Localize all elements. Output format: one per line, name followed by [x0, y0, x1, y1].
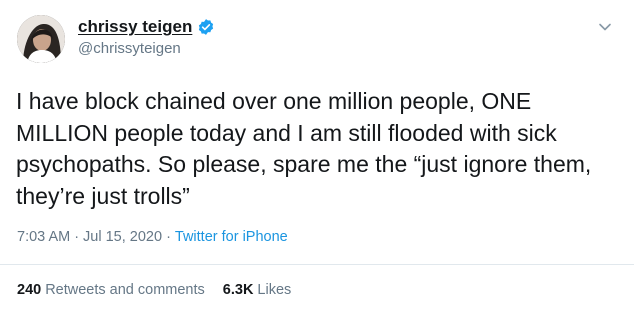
user-handle[interactable]: @chrissyteigen	[78, 40, 181, 57]
tweet-date[interactable]: Jul 15, 2020	[83, 229, 162, 245]
divider	[0, 264, 634, 265]
likes-count: 6.3K	[222, 282, 254, 298]
meta-separator: ·	[166, 229, 171, 245]
tweet-source-link[interactable]: Twitter for iPhone	[175, 229, 288, 245]
tweet-time[interactable]: 7:03 AM	[17, 229, 70, 245]
verified-badge-icon	[197, 18, 215, 36]
tweet-stats: 240 Retweets and comments 6.3K Likes	[17, 282, 291, 298]
likes-stat[interactable]: 6.3K Likes	[223, 282, 292, 298]
likes-label: Likes	[257, 282, 292, 298]
display-name[interactable]: chrissy teigen	[78, 17, 192, 37]
tweet-text: I have block chained over one million pe…	[16, 88, 592, 209]
meta-separator: ·	[74, 229, 80, 245]
avatar[interactable]	[17, 15, 65, 63]
retweets-stat[interactable]: 240 Retweets and comments	[17, 282, 205, 298]
chevron-down-icon[interactable]	[598, 20, 612, 34]
retweets-label: Retweets and comments	[45, 282, 205, 298]
tweet-card: chrissy teigen @chrissyteigen I have blo…	[0, 0, 634, 320]
tweet-meta: 7:03 AM · Jul 15, 2020 · Twitter for iPh…	[17, 229, 288, 245]
avatar-image	[17, 15, 65, 63]
retweets-count: 240	[17, 282, 42, 298]
author-name-row: chrissy teigen	[78, 17, 215, 37]
